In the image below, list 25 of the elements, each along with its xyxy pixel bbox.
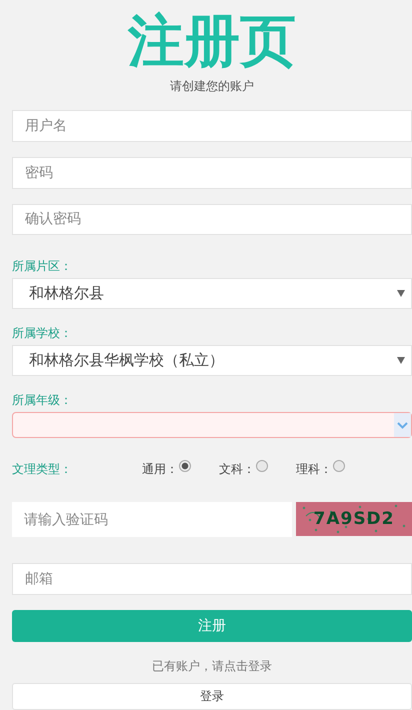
field-label: 所属学校： bbox=[12, 325, 73, 342]
page-title: 注册页 bbox=[126, 10, 297, 74]
input-field[interactable]: 确认密码 bbox=[12, 204, 412, 236]
caret-icon bbox=[397, 357, 405, 364]
chevron-down-icon bbox=[394, 413, 411, 438]
field-label: 所属年级： bbox=[12, 392, 73, 410]
radio-label: 文科： bbox=[219, 461, 255, 478]
radio-label: 理科： bbox=[296, 461, 332, 478]
input-field[interactable]: 用户名 bbox=[12, 110, 412, 142]
email-field[interactable]: 邮箱 bbox=[12, 563, 412, 595]
select-field[interactable]: 和林格尔县华枫学校（私立） bbox=[12, 345, 412, 376]
login-button[interactable]: 登录 bbox=[12, 682, 412, 710]
radio-label: 通用： bbox=[142, 461, 178, 478]
radio-button[interactable] bbox=[256, 460, 268, 472]
select-field[interactable] bbox=[12, 412, 412, 438]
radio-button[interactable] bbox=[179, 460, 191, 472]
radio-button[interactable] bbox=[333, 460, 345, 472]
caret-icon bbox=[397, 290, 405, 298]
subtitle: 请创建您的账户 bbox=[169, 78, 255, 95]
input-field[interactable]: 密码 bbox=[12, 156, 412, 189]
captcha-input[interactable]: 请输入验证码 bbox=[12, 502, 292, 538]
field-label: 所属片区： bbox=[12, 258, 73, 276]
field-label: 文理类型： bbox=[12, 461, 73, 478]
login-hint: 已有账户，请点击登录 bbox=[151, 658, 273, 675]
select-field[interactable]: 和林格尔县 bbox=[12, 278, 412, 310]
